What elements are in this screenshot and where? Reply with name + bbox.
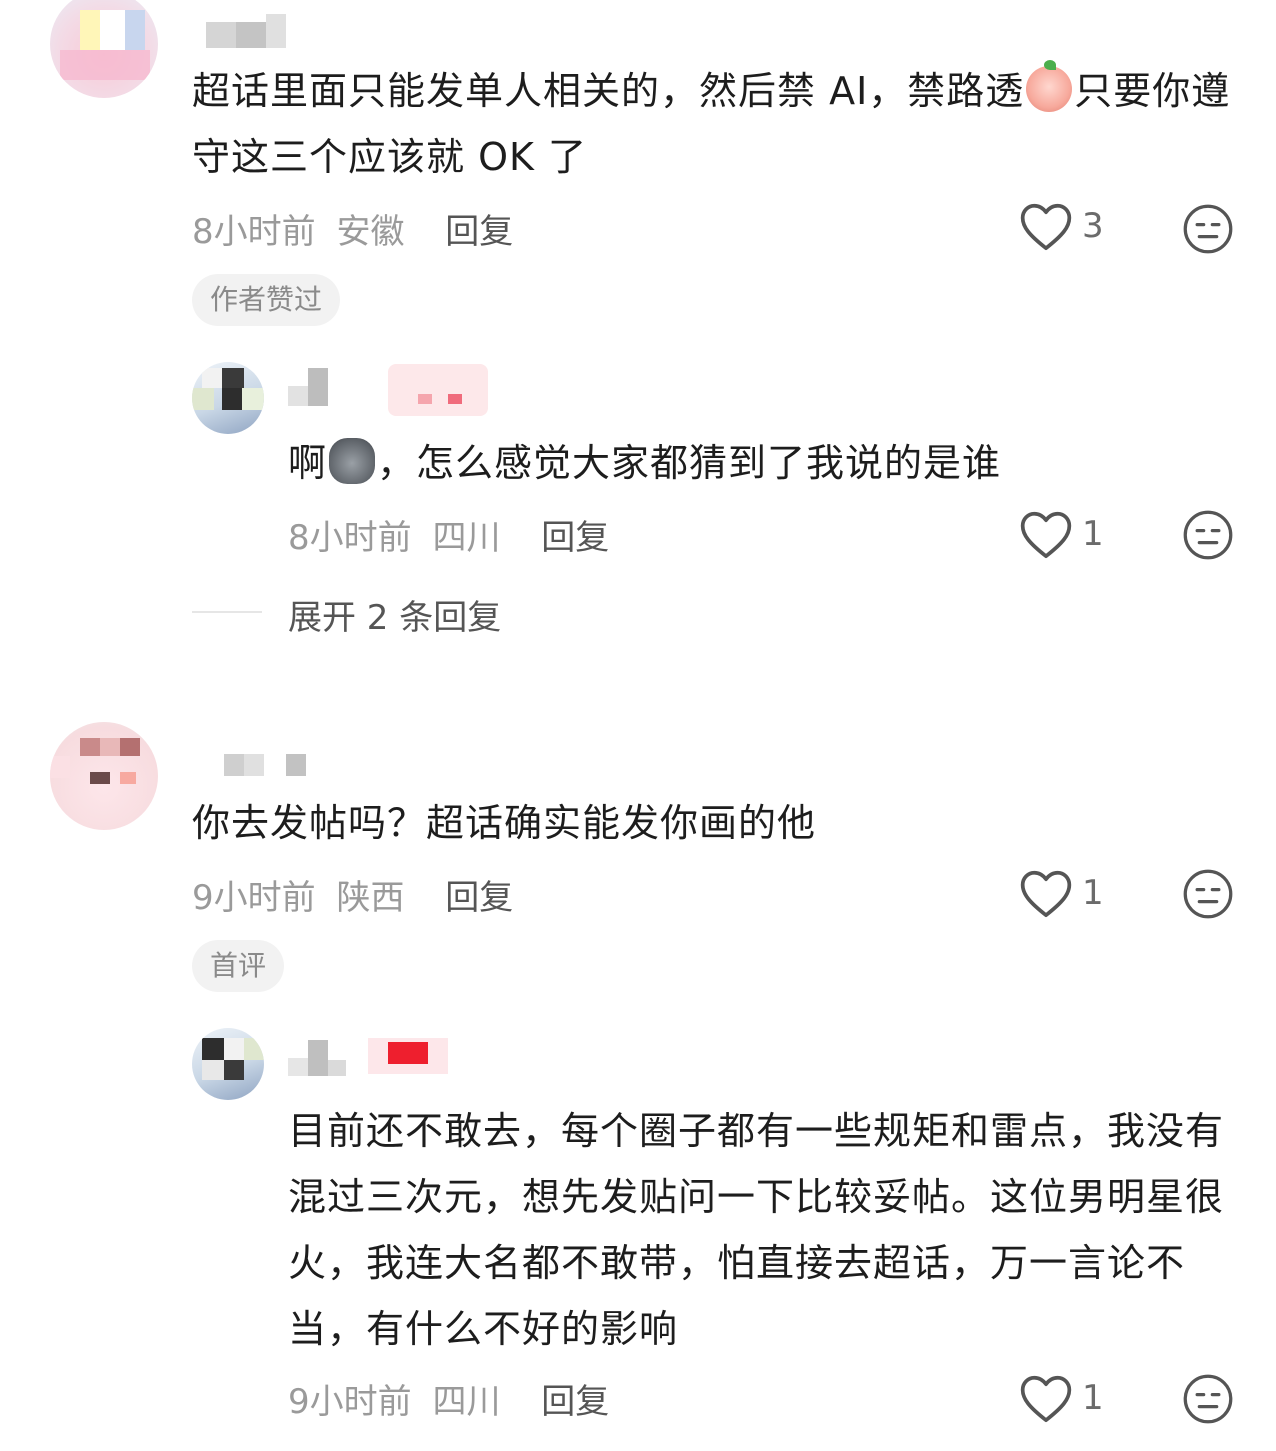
comment-meta: 8小时前 安徽 回复 [192,204,513,253]
like-count: 1 [1082,1378,1104,1418]
comment-text-part: 超话里面只能发单人相关的，然后禁 AI，禁路透 [192,69,1025,113]
comment-text-part: 啊 [288,441,328,485]
like-count: 1 [1082,514,1104,554]
comment-text: 目前还不敢去，每个圈子都有一些规矩和雷点，我没有混过三次元，想先发贴问一下比较妥… [288,1109,1225,1351]
like-button[interactable]: 1 [1018,867,1104,919]
comment-meta: 9小时前 陕西 回复 [192,870,513,919]
meh-face-icon [1183,204,1233,254]
react-button[interactable] [1182,1373,1234,1429]
avatar[interactable] [50,722,158,830]
username-mosaic[interactable] [288,1036,458,1076]
heart-outline-icon [1020,511,1072,559]
react-button[interactable] [1182,868,1234,924]
comment-text-part: ，怎么感觉大家都猜到了我说的是谁 [377,441,1002,485]
location: 安徽 [336,212,405,252]
reply-button[interactable]: 回复 [541,518,609,558]
reply-button[interactable]: 回复 [541,1382,609,1422]
heart-outline-icon [1020,870,1072,918]
timestamp: 9小时前 [288,1382,412,1422]
username-mosaic[interactable] [220,744,310,784]
avatar[interactable] [192,1028,264,1100]
location: 陕西 [336,878,405,918]
like-button[interactable]: 1 [1018,508,1104,560]
author-liked-tag: 作者赞过 [192,274,341,326]
comment-meta: 9小时前 四川 回复 [288,1374,609,1423]
meh-face-icon [1183,869,1233,919]
avatar[interactable] [50,0,158,98]
meh-face-icon [1183,1374,1233,1424]
expand-replies-button[interactable]: 展开 2 条回复 [288,590,501,639]
like-count: 3 [1082,206,1104,246]
react-button[interactable] [1182,509,1234,565]
reply-button[interactable]: 回复 [445,878,513,918]
timestamp: 8小时前 [288,518,412,558]
username-mosaic[interactable] [200,8,290,48]
cat-emoji [329,438,376,484]
comment-text: 你去发帖吗？超话确实能发你画的他 [192,801,817,845]
comment-text: 啊 ，怎么感觉大家都猜到了我说的是谁 [288,430,1228,496]
timestamp: 9小时前 [192,878,316,918]
comment-meta: 8小时前 四川 回复 [288,510,609,559]
meh-face-icon [1183,510,1233,560]
pray-peach-emoji [1026,60,1073,112]
heart-outline-icon [1020,1375,1072,1423]
heart-outline-icon [1020,203,1072,251]
like-count: 1 [1082,873,1104,913]
comment-text: 超话里面只能发单人相关的，然后禁 AI，禁路透 只要你遵守这三个应该就 OK 了 [192,58,1232,190]
react-button[interactable] [1182,203,1234,259]
reply-button[interactable]: 回复 [445,212,513,252]
expand-divider [192,611,262,613]
location: 四川 [432,518,501,558]
first-comment-tag: 首评 [192,940,285,992]
username-mosaic[interactable] [288,364,498,416]
avatar[interactable] [192,362,264,434]
location: 四川 [432,1382,501,1422]
like-button[interactable]: 1 [1018,1372,1104,1424]
timestamp: 8小时前 [192,212,316,252]
like-button[interactable]: 3 [1018,200,1104,252]
